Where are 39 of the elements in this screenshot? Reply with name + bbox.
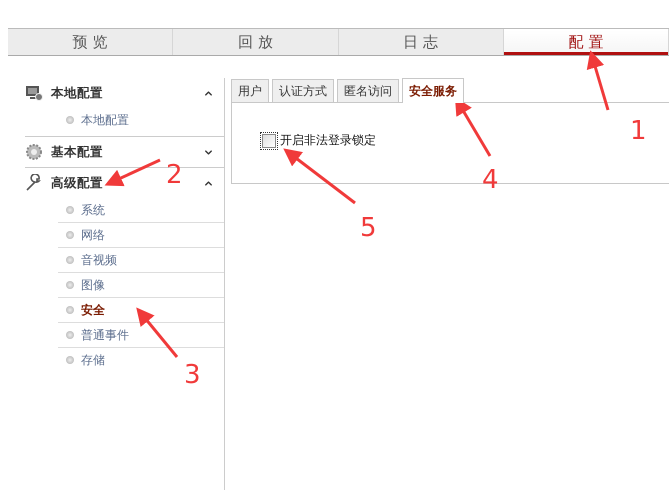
annotation-number: 4 [482, 167, 499, 193]
wrench-icon [25, 174, 43, 192]
annotation-number: 5 [360, 215, 377, 241]
bullet-icon [66, 231, 74, 239]
tab[interactable]: 用户 [231, 79, 269, 103]
sidebar-item[interactable]: 安全 [81, 302, 105, 318]
sidebar-item[interactable]: 系统 [81, 202, 105, 218]
sidebar-item[interactable]: 存储 [81, 352, 105, 368]
bullet-icon [66, 256, 74, 264]
sidebar-item[interactable]: 普通事件 [81, 326, 129, 344]
bullet-icon [66, 281, 74, 289]
nav-tab[interactable]: 回 放 [173, 29, 338, 55]
bullet-icon [66, 206, 74, 214]
tab[interactable]: 匿名访问 [337, 79, 399, 103]
sidebar-item[interactable]: 本地配置 [81, 112, 129, 128]
arrow [104, 158, 161, 186]
bullet-icon [66, 116, 74, 124]
tab[interactable]: 认证方式 [272, 79, 334, 103]
bullet-icon [66, 356, 74, 364]
arrow [586, 50, 610, 110]
bullet-icon [66, 331, 74, 339]
nav-tab[interactable]: 预 览 [8, 29, 174, 55]
group-title[interactable]: 本地配置 [51, 84, 203, 102]
group-title[interactable]: 基本配置 [51, 144, 203, 160]
checkbox[interactable] [262, 134, 276, 148]
tab[interactable]: 安全服务 [402, 78, 464, 103]
sidebar-item[interactable]: 图像 [81, 276, 105, 294]
gear-icon [25, 143, 43, 161]
arrow [136, 307, 178, 358]
sidebar-item[interactable]: 音视频 [81, 252, 117, 268]
annotation-number: 3 [184, 362, 201, 388]
nav-tab[interactable]: 配 置 [504, 29, 669, 55]
bullet-icon [66, 306, 74, 314]
annotation-number: 1 [630, 118, 647, 144]
annotation-number: 2 [166, 162, 183, 188]
monitor-gear-icon [25, 85, 43, 101]
checkbox-label: 开启非法登录锁定 [280, 132, 376, 149]
sidebar-item[interactable]: 网络 [81, 226, 105, 244]
nav-tab[interactable]: 日 志 [338, 29, 504, 55]
